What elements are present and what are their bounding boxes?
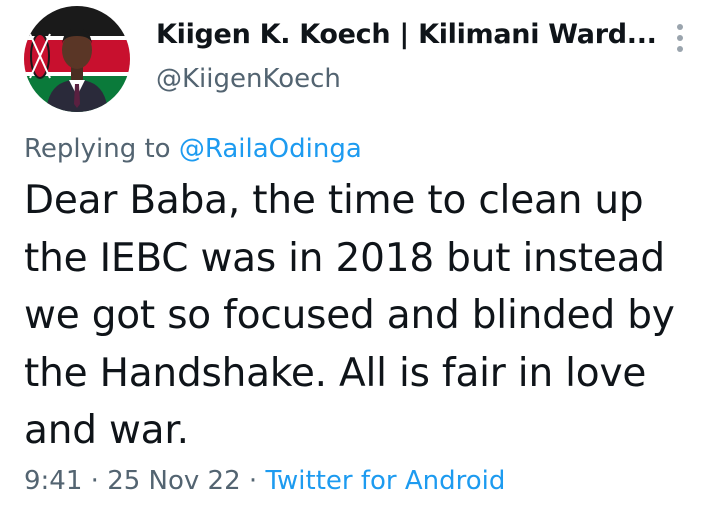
tweet-text: Dear Baba, the time to clean up the IEBC… (24, 172, 700, 460)
meta-separator: · (90, 466, 99, 496)
tweet-text-line: Dear Baba, the time to clean up (24, 178, 644, 223)
tweet-meta: 9:41 · 25 Nov 22 · Twitter for Android (24, 466, 505, 496)
author-display-name[interactable]: Kiigen K. Koech | Kilimani Ward... (156, 19, 657, 50)
tweet-text-line: the Handshake. All is fair in love (24, 350, 647, 396)
more-vertical-icon[interactable] (673, 22, 687, 54)
tweet-text-line: and war. (24, 408, 189, 453)
reply-mention-link[interactable]: @RailaOdinga (179, 134, 362, 164)
reply-context: Replying to @RailaOdinga (24, 134, 362, 164)
author-handle[interactable]: @KiigenKoech (156, 64, 341, 94)
reply-prefix: Replying to (24, 134, 171, 164)
tweet-time[interactable]: 9:41 (24, 466, 82, 496)
tweet-source-link[interactable]: Twitter for Android (265, 466, 505, 496)
tweet-text-line: the IEBC was in 2018 but instead (24, 235, 665, 281)
tweet-date[interactable]: 25 Nov 22 (107, 466, 240, 496)
profile-photo-icon (24, 6, 130, 112)
meta-separator: · (248, 466, 258, 496)
tweet-text-line: we got so focused and blinded by (24, 293, 675, 338)
tweet: Kiigen K. Koech | Kilimani Ward... @Kiig… (0, 0, 720, 519)
avatar[interactable] (24, 6, 130, 112)
